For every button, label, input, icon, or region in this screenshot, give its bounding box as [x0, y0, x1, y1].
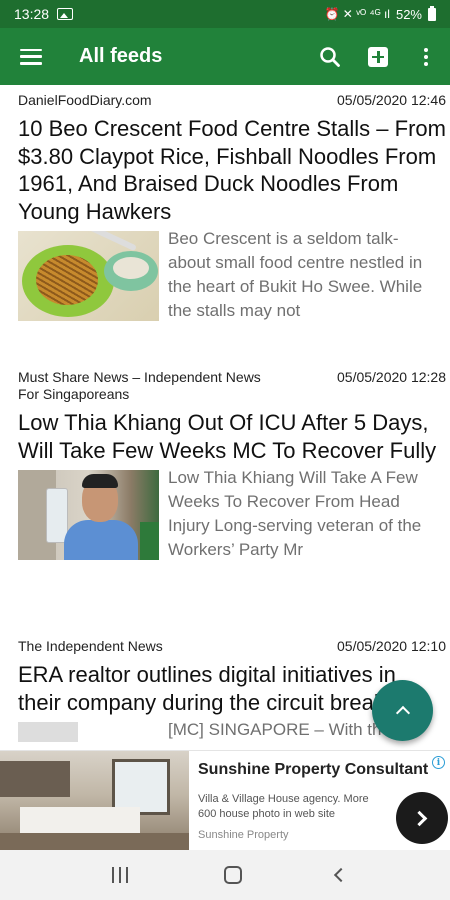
add-feed-button[interactable]: [354, 33, 402, 81]
feed-headline: 10 Beo Crescent Food Centre Stalls – Fro…: [18, 116, 446, 224]
status-bar: 13:28 ⏰ ✕ ᵛᴼ ⁴ᴳ ıl 52%: [0, 0, 450, 28]
search-icon: [320, 46, 340, 67]
feed-thumbnail: [18, 231, 159, 321]
feed-item[interactable]: Must Share News – Independent News For S…: [18, 369, 446, 562]
scroll-to-top-button[interactable]: [372, 680, 433, 741]
ad-advertiser: Sunshine Property: [198, 829, 289, 841]
chevron-up-icon: [395, 705, 410, 721]
more-options-button[interactable]: [402, 33, 450, 81]
feed-source: The Independent News: [18, 638, 163, 654]
ad-banner[interactable]: Sunshine Property Consultant Villa & Vil…: [0, 750, 450, 851]
battery-percent: 52%: [395, 6, 422, 22]
feed-date: 05/05/2020 12:46: [337, 92, 446, 108]
feed-list: DanielFoodDiary.com 05/05/2020 12:46 10 …: [0, 85, 450, 750]
back-icon[interactable]: [333, 867, 349, 883]
ad-info-icon[interactable]: i: [432, 756, 445, 769]
feed-headline: Low Thia Khiang Out Of ICU After 5 Days,…: [18, 410, 437, 463]
feed-headline: ERA realtor outlines digital initiatives…: [18, 662, 405, 715]
app-bar: All feeds: [0, 28, 450, 85]
feed-summary: Low Thia Khiang Will Take A Few Weeks To…: [168, 468, 422, 559]
chevron-right-icon: [411, 810, 428, 826]
add-feed-icon: [368, 46, 388, 67]
battery-icon: [428, 5, 436, 21]
home-icon[interactable]: [224, 866, 242, 884]
feed-thumbnail: [18, 722, 78, 742]
system-nav-bar: [0, 850, 450, 900]
feed-source: DanielFoodDiary.com: [18, 92, 152, 108]
ad-title: Sunshine Property Consultant: [198, 761, 429, 778]
menu-icon[interactable]: [20, 48, 42, 65]
feed-source: Must Share News – Independent News For S…: [18, 369, 261, 402]
feed-item[interactable]: DanielFoodDiary.com 05/05/2020 12:46 10 …: [18, 92, 446, 323]
more-vert-icon: [424, 47, 428, 66]
ad-open-button[interactable]: [396, 792, 448, 844]
feed-thumbnail: [18, 470, 159, 560]
page-title: All feeds: [79, 45, 163, 67]
image-notification-icon: [57, 8, 74, 20]
search-button[interactable]: [306, 33, 354, 81]
feed-summary: Beo Crescent is a seldom talk-about smal…: [168, 229, 423, 320]
status-time: 13:28: [14, 6, 50, 22]
feed-date: 05/05/2020 12:10: [337, 638, 446, 654]
network-status-icons: ⏰ ✕ ᵛᴼ ⁴ᴳ ıl: [324, 7, 390, 21]
feed-date: 05/05/2020 12:28: [337, 369, 446, 385]
recents-icon[interactable]: [104, 859, 136, 891]
ad-image: [0, 751, 189, 851]
ad-description: Villa & Village House agency. More 600 h…: [198, 793, 369, 820]
